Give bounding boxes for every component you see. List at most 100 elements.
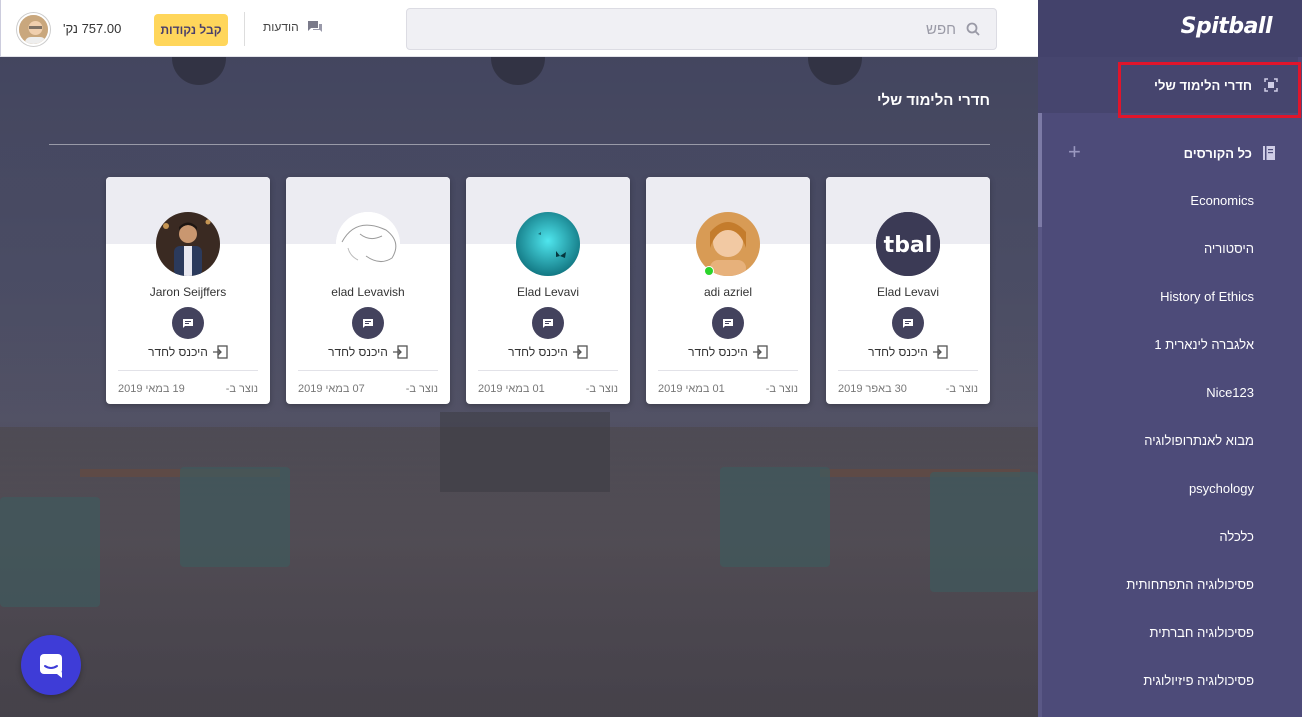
support-chat-launcher[interactable]: [21, 635, 81, 695]
room-chat-button[interactable]: [892, 307, 924, 339]
enter-room-label: היכנס לחדר: [328, 345, 388, 359]
message-icon: [723, 318, 733, 328]
created-date: 07 במאי 2019: [298, 383, 365, 395]
card-divider: [118, 370, 258, 371]
background-lamp: [808, 57, 862, 85]
background-chair: [930, 472, 1038, 592]
heading-divider: [49, 144, 990, 145]
room-chat-button[interactable]: [712, 307, 744, 339]
chat-launcher-icon: [40, 654, 62, 678]
message-icon: [903, 318, 913, 328]
background-chair: [0, 497, 100, 607]
created-date: 01 במאי 2019: [658, 383, 725, 395]
card-divider: [838, 370, 978, 371]
room-owner-name: elad Levavish: [331, 285, 405, 299]
enter-room-label: היכנס לחדר: [508, 345, 568, 359]
sidebar-course-item[interactable]: פסיכולוגיה חברתית: [1038, 609, 1302, 657]
sidebar-course-item[interactable]: psychology: [1038, 465, 1302, 513]
enter-room-label: היכנס לחדר: [868, 345, 928, 359]
topbar-divider: [244, 12, 245, 46]
sidebar-course-item[interactable]: Economics: [1038, 177, 1302, 225]
sidebar-course-item[interactable]: אלגברה לינארית 1: [1038, 321, 1302, 369]
logo-bar: Spitball: [1038, 0, 1302, 57]
butterfly-photo: [516, 212, 580, 276]
room-chat-button[interactable]: [172, 307, 204, 339]
study-room-icon: [1264, 78, 1278, 92]
enter-room-icon: [752, 345, 768, 359]
sidebar-item-label: חדרי הלימוד שלי: [1154, 77, 1252, 93]
background-lamp: [491, 57, 545, 85]
card-divider: [298, 370, 438, 371]
created-label: נוצר ב-: [945, 383, 978, 395]
study-room-card[interactable]: Jaron Seijffers היכנס לחדר נוצר ב- 19 במ…: [106, 177, 270, 404]
message-icon: [543, 318, 553, 328]
sidebar-course-item[interactable]: פסיכולוגיה התפתחותית: [1038, 561, 1302, 609]
sidebar-course-item[interactable]: History of Ethics: [1038, 273, 1302, 321]
sidebar-item-label: כל הקורסים: [1183, 145, 1252, 161]
card-divider: [478, 370, 618, 371]
sketch-avatar: [336, 212, 400, 276]
user-avatar-image: [19, 15, 48, 44]
created-date: 19 במאי 2019: [118, 383, 185, 395]
message-icon: [363, 318, 373, 328]
room-owner-name: Elad Levavi: [516, 285, 580, 299]
sidebar: Spitball חדרי הלימוד שלי כל הקורסים + Ec…: [1038, 0, 1302, 717]
created-date: 30 באפר 2019: [838, 383, 907, 395]
enter-room-link[interactable]: היכנס לחדר: [466, 345, 630, 359]
enter-room-link[interactable]: היכנס לחדר: [106, 345, 270, 359]
study-room-card[interactable]: elad Levavish היכנס לחדר נוצר ב- 07 במאי…: [286, 177, 450, 404]
study-room-card[interactable]: Elad Levavi היכנס לחדר נוצר ב- 01 במאי 2…: [466, 177, 630, 404]
sidebar-item-my-study-rooms[interactable]: חדרי הלימוד שלי: [1038, 57, 1298, 113]
app-logo[interactable]: Spitball: [1181, 14, 1273, 39]
background-chair: [180, 467, 290, 567]
enter-room-label: היכנס לחדר: [148, 345, 208, 359]
enter-room-link[interactable]: היכנס לחדר: [286, 345, 450, 359]
search-bar[interactable]: [406, 8, 997, 50]
enter-room-label: היכנס לחדר: [688, 345, 748, 359]
enter-room-icon: [932, 345, 948, 359]
created-date: 01 במאי 2019: [478, 383, 545, 395]
points-balance: 757.00 נק': [63, 21, 122, 36]
enter-room-icon: [392, 345, 408, 359]
user-avatar[interactable]: [17, 13, 50, 46]
study-room-card[interactable]: adi azriel היכנס לחדר נוצר ב- 01 במאי 20…: [646, 177, 810, 404]
created-label: נוצר ב-: [585, 383, 618, 395]
top-bar: 757.00 נק' קבל נקודות הודעות: [0, 0, 1038, 57]
sidebar-course-item[interactable]: היסטוריה: [1038, 225, 1302, 273]
created-label: נוצר ב-: [225, 383, 258, 395]
avatar-logo-text: tbal: [884, 233, 933, 258]
created-label: נוצר ב-: [765, 383, 798, 395]
online-indicator: [704, 266, 714, 276]
room-chat-button[interactable]: [532, 307, 564, 339]
study-room-card[interactable]: tbal Elad Levavi היכנס לחדר נוצר ב- 30 ב…: [826, 177, 990, 404]
background-chair: [720, 467, 830, 567]
sidebar-course-item[interactable]: Nice123: [1038, 369, 1302, 417]
enter-room-link[interactable]: היכנס לחדר: [826, 345, 990, 359]
get-points-button[interactable]: קבל נקודות: [154, 14, 228, 46]
background-window: [440, 412, 610, 492]
search-icon: [966, 22, 980, 36]
spitball-logo-avatar: tbal: [876, 212, 940, 276]
created-label: נוצר ב-: [405, 383, 438, 395]
room-avatar: [516, 212, 580, 276]
sidebar-course-item[interactable]: מבוא לאנתרופולוגיה: [1038, 417, 1302, 465]
page-title: חדרי הלימוד שלי: [876, 92, 990, 109]
study-rooms-area: חדרי הלימוד שלי tbal Elad Levavi היכנס ל…: [0, 57, 1038, 717]
sidebar-course-item[interactable]: כלכלה: [1038, 513, 1302, 561]
message-icon: [183, 318, 193, 328]
enter-room-link[interactable]: היכנס לחדר: [646, 345, 810, 359]
room-avatar: [336, 212, 400, 276]
messages-button[interactable]: הודעות: [263, 20, 323, 34]
room-chat-button[interactable]: [352, 307, 384, 339]
search-input[interactable]: [436, 9, 956, 49]
enter-room-icon: [572, 345, 588, 359]
sidebar-course-item[interactable]: פסיכולוגיה פיזיולוגית: [1038, 657, 1302, 705]
add-course-icon[interactable]: +: [1068, 141, 1081, 163]
messages-label: הודעות: [263, 20, 299, 34]
enter-room-icon: [212, 345, 228, 359]
background-lamp: [172, 57, 226, 85]
room-avatar: [156, 212, 220, 276]
book-icon: [1263, 146, 1275, 160]
room-owner-name: Elad Levavi: [876, 285, 940, 299]
user-photo: [156, 212, 220, 276]
